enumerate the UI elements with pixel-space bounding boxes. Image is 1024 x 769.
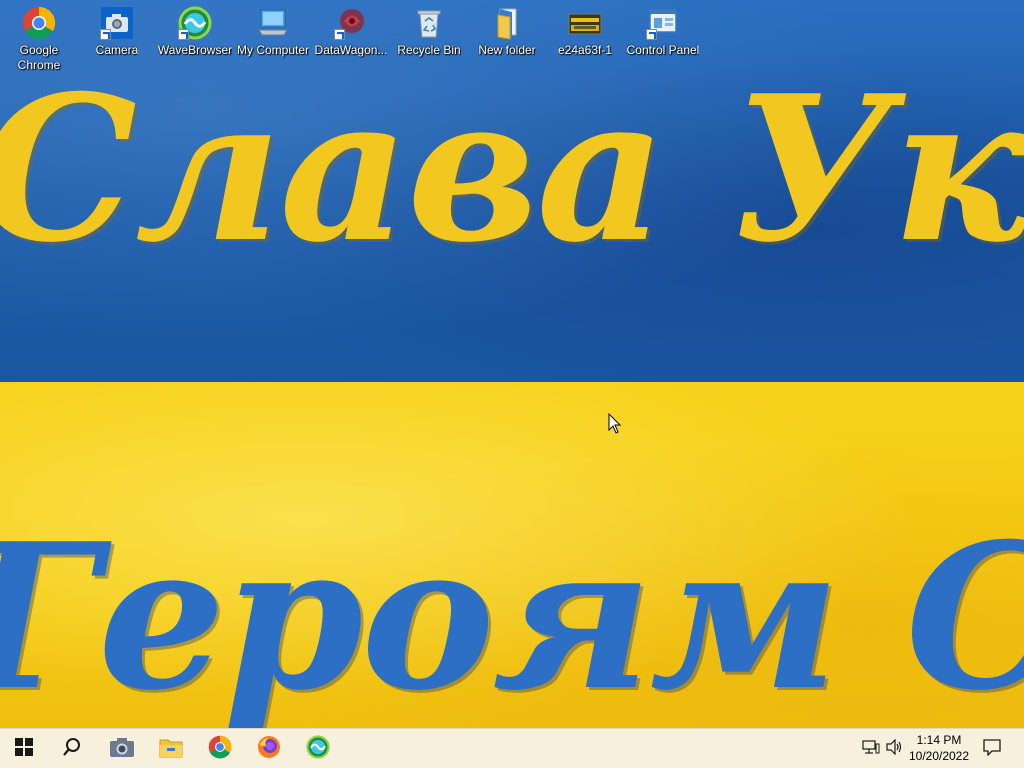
start-button[interactable] <box>0 729 48 769</box>
folder-icon <box>490 6 524 40</box>
desktop-icon-camera[interactable]: Camera <box>78 4 156 74</box>
firefox-icon <box>257 735 281 764</box>
wallpaper-text-bottom: Героям Слава <box>0 500 1024 728</box>
wavebrowser-icon <box>306 734 330 764</box>
recycle-bin-icon <box>412 6 446 40</box>
mouse-cursor-icon <box>608 412 622 440</box>
taskbar-wavebrowser-button[interactable] <box>294 729 342 769</box>
computer-icon <box>256 6 290 40</box>
shortcut-arrow-icon <box>646 29 657 40</box>
image-file-icon <box>568 6 602 40</box>
wallpaper-text-top: Слава Україні <box>0 52 1024 287</box>
desktop-icon-label: Recycle Bin <box>397 43 461 57</box>
volume-tray-button[interactable] <box>884 729 906 769</box>
desktop-icon-new-folder[interactable]: New folder <box>468 4 546 74</box>
desktop-icon-recycle-bin[interactable]: Recycle Bin <box>390 4 468 74</box>
shortcut-arrow-icon <box>178 29 189 40</box>
chrome-icon <box>22 6 56 40</box>
desktop-icon-wavebrowser[interactable]: WaveBrowser <box>156 4 234 74</box>
taskbar-file-explorer-button[interactable] <box>147 729 195 769</box>
search-button[interactable] <box>48 729 96 769</box>
control-panel-icon <box>646 6 680 40</box>
wavebrowser-icon <box>178 6 212 40</box>
desktop[interactable]: Слава Україні Героям Слава Google Chrome <box>0 0 1024 728</box>
desktop-icon-my-computer[interactable]: My Computer <box>234 4 312 74</box>
desktop-icon-label: WaveBrowser <box>157 43 233 57</box>
camera-icon <box>100 6 134 40</box>
start-icon <box>15 737 33 761</box>
taskbar: 1:14 PM 10/20/2022 <box>0 728 1024 768</box>
camera-icon <box>109 736 135 763</box>
desktop-icon-label: My Computer <box>236 43 310 57</box>
taskbar-camera-button[interactable] <box>98 729 146 769</box>
desktop-icon-image-file[interactable]: e24a63f-1 <box>546 4 624 74</box>
network-tray-button[interactable] <box>860 729 882 769</box>
search-icon <box>62 737 82 762</box>
desktop-icon-datawagon[interactable]: DataWagon... <box>312 4 390 74</box>
notification-icon <box>983 738 1001 761</box>
network-icon <box>862 739 880 760</box>
datawagon-icon <box>334 6 368 40</box>
file-explorer-icon <box>159 736 183 763</box>
clock-date: 10/20/2022 <box>908 749 970 763</box>
shortcut-arrow-icon <box>100 29 111 40</box>
desktop-icon-label: Camera <box>95 43 139 57</box>
desktop-icon-label: Google Chrome <box>17 43 61 72</box>
taskbar-chrome-button[interactable] <box>196 729 244 769</box>
chrome-icon <box>208 735 232 764</box>
desktop-icon-label: New folder <box>478 43 536 57</box>
clock-time: 1:14 PM <box>916 733 962 747</box>
shortcut-arrow-icon <box>334 29 345 40</box>
desktop-icon-label: Control Panel <box>626 43 700 57</box>
action-center-button[interactable] <box>978 729 1006 769</box>
desktop-icon-control-panel[interactable]: Control Panel <box>624 4 702 74</box>
volume-icon <box>886 738 904 760</box>
taskbar-clock[interactable]: 1:14 PM 10/20/2022 <box>904 732 974 764</box>
taskbar-firefox-button[interactable] <box>245 729 293 769</box>
desktop-icon-google-chrome[interactable]: Google Chrome <box>0 4 78 74</box>
desktop-icon-label: e24a63f-1 <box>557 43 613 57</box>
desktop-icon-label: DataWagon... <box>314 43 388 57</box>
